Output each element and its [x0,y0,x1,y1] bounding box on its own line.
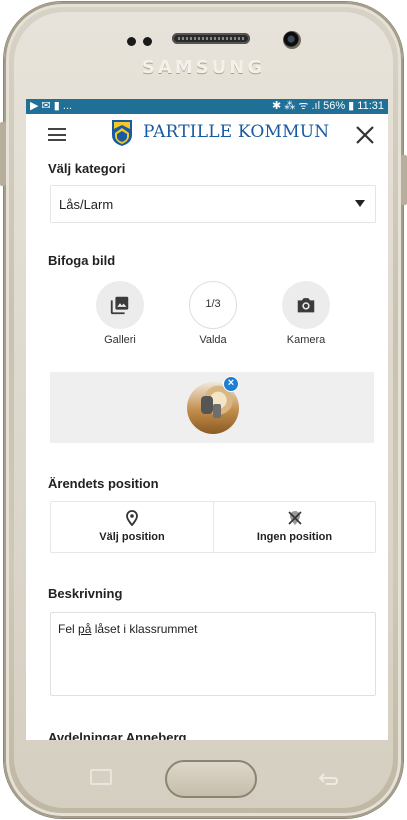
app-header: PARTILLE KOMMUN [26,114,388,154]
back-key-icon[interactable] [316,770,340,786]
camera-circle [282,281,330,329]
gallery-button[interactable]: Galleri [80,281,160,346]
description-textarea[interactable]: Fel på låset i klassrummet [50,612,376,696]
sensor-dot [127,37,136,46]
position-selector: Välj position Ingen position [50,501,376,553]
crest-icon [112,120,132,146]
image-preview-area: × [50,372,374,443]
sensor-dot [143,37,152,46]
map-pin-icon [126,510,138,526]
hamburger-icon[interactable] [48,128,66,141]
category-selected-value: Lås/Larm [59,197,114,212]
close-icon[interactable] [354,124,376,146]
description-text-start: Fel [58,622,79,636]
gallery-label: Galleri [104,334,136,346]
gallery-circle [96,281,144,329]
brand-logo: SAMSUNG [141,57,266,78]
selected-count-circle: 1/3 [189,281,237,329]
clock: 11:31 [357,100,384,112]
battery-percent: 56% [323,100,346,112]
recent-apps-key[interactable] [90,769,112,785]
position-label: Ärendets position [48,476,159,491]
camera-label: Kamera [286,334,326,346]
no-position-label: Ingen position [256,531,333,543]
selected-count: 1/3 [205,298,221,310]
selected-images-button[interactable]: 1/3 Valda [173,281,253,346]
no-location-icon [288,511,302,525]
attach-image-label: Bifoga bild [48,253,116,268]
notification-icons: ▶ ✉ ▮ ... [30,100,73,112]
selected-label: Valda [199,334,227,346]
system-indicators: ✱ ⁂ ᯤ .ıl 56% ▮ 11:31 [272,99,384,114]
signal-icons: ✱ ⁂ ᯤ .ıl [272,100,324,112]
no-position-button[interactable]: Ingen position [213,502,375,552]
volume-button [0,122,6,186]
choose-position-button[interactable]: Välj position [51,502,213,552]
description-text-underlined: på [78,622,92,636]
description-label: Beskrivning [48,586,123,601]
screen: ▶ ✉ ▮ ... ✱ ⁂ ᯤ .ıl 56% ▮ 11:31 PARTILLE… [26,99,388,740]
category-select[interactable]: Lås/Larm [50,185,376,223]
category-label: Välj kategori [48,161,126,176]
battery-icon: ▮ [345,100,358,112]
logo-text: PARTILLE KOMMUN [143,122,330,142]
description-text-end: låset i klassrummet [91,622,198,636]
gallery-icon [110,296,129,315]
choose-position-label: Välj position [99,531,165,543]
dropdown-arrow-icon [355,200,365,207]
description-value: Fel på låset i klassrummet [58,622,197,636]
home-button[interactable] [165,760,257,798]
earpiece-speaker [172,33,250,44]
front-camera [283,31,301,49]
department-label: Avdelningar Anneberg [48,730,187,740]
camera-button[interactable]: Kamera [266,281,346,346]
status-bar: ▶ ✉ ▮ ... ✱ ⁂ ᯤ .ıl 56% ▮ 11:31 [26,99,388,114]
camera-icon [297,298,315,313]
power-button [401,155,407,205]
remove-image-icon[interactable]: × [223,376,239,392]
